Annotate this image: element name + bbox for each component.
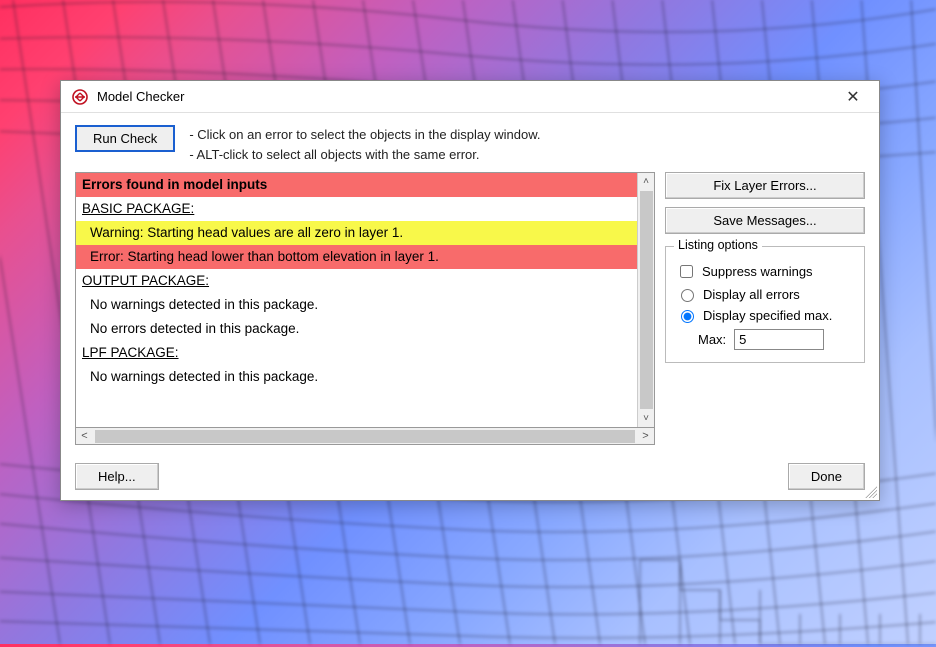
titlebar: Model Checker ✕ — [61, 81, 879, 113]
package-section[interactable]: BASIC PACKAGE: — [76, 197, 637, 221]
display-all-option[interactable]: Display all errors — [676, 286, 854, 302]
info-row[interactable]: No warnings detected in this package. — [76, 365, 637, 389]
save-messages-button[interactable]: Save Messages... — [665, 207, 865, 234]
package-section[interactable]: OUTPUT PACKAGE: — [76, 269, 637, 293]
resize-grip-icon[interactable] — [865, 486, 877, 498]
option-label: Display all errors — [703, 287, 800, 302]
scroll-left-icon[interactable]: < — [76, 428, 93, 444]
close-icon: ✕ — [846, 87, 859, 107]
instruction-line: - Click on an error to select the object… — [189, 125, 540, 145]
model-checker-dialog: Model Checker ✕ Run Check - Click on an … — [60, 80, 880, 501]
option-label: Suppress warnings — [702, 264, 813, 279]
scroll-up-icon[interactable]: ˄ — [638, 173, 654, 190]
warning-row[interactable]: Warning: Starting head values are all ze… — [76, 221, 637, 245]
display-all-radio[interactable] — [681, 289, 694, 302]
suppress-warnings-option[interactable]: Suppress warnings — [676, 262, 854, 281]
error-row[interactable]: Error: Starting head lower than bottom e… — [76, 245, 637, 269]
info-row[interactable]: No warnings detected in this package. — [76, 293, 637, 317]
window-title: Model Checker — [97, 89, 833, 104]
option-label: Display specified max. — [703, 308, 832, 323]
max-label: Max: — [698, 332, 726, 347]
scroll-down-icon[interactable]: ˅ — [638, 410, 654, 427]
display-max-radio[interactable] — [681, 310, 694, 323]
close-button[interactable]: ✕ — [833, 81, 873, 112]
suppress-warnings-checkbox[interactable] — [680, 265, 693, 278]
horizontal-scrollbar[interactable]: < > — [75, 428, 655, 445]
help-button[interactable]: Help... — [75, 463, 159, 490]
group-legend: Listing options — [674, 238, 762, 252]
package-section[interactable]: LPF PACKAGE: — [76, 341, 637, 365]
run-check-button[interactable]: Run Check — [75, 125, 175, 152]
instructions: - Click on an error to select the object… — [189, 125, 540, 164]
scroll-right-icon[interactable]: > — [637, 428, 654, 444]
scroll-thumb[interactable] — [95, 430, 635, 443]
max-input[interactable] — [734, 329, 824, 350]
vertical-scrollbar[interactable]: ˄ ˅ — [637, 173, 654, 427]
app-icon — [71, 88, 89, 106]
instruction-line: - ALT-click to select all objects with t… — [189, 145, 540, 165]
info-row[interactable]: No errors detected in this package. — [76, 317, 637, 341]
display-max-option[interactable]: Display specified max. — [676, 307, 854, 323]
done-button[interactable]: Done — [788, 463, 865, 490]
listing-options-group: Listing options Suppress warnings Displa… — [665, 246, 865, 363]
fix-layer-errors-button[interactable]: Fix Layer Errors... — [665, 172, 865, 199]
messages-list[interactable]: Errors found in model inputsBASIC PACKAG… — [75, 172, 655, 428]
messages-header: Errors found in model inputs — [76, 173, 637, 197]
scroll-thumb[interactable] — [640, 191, 653, 409]
